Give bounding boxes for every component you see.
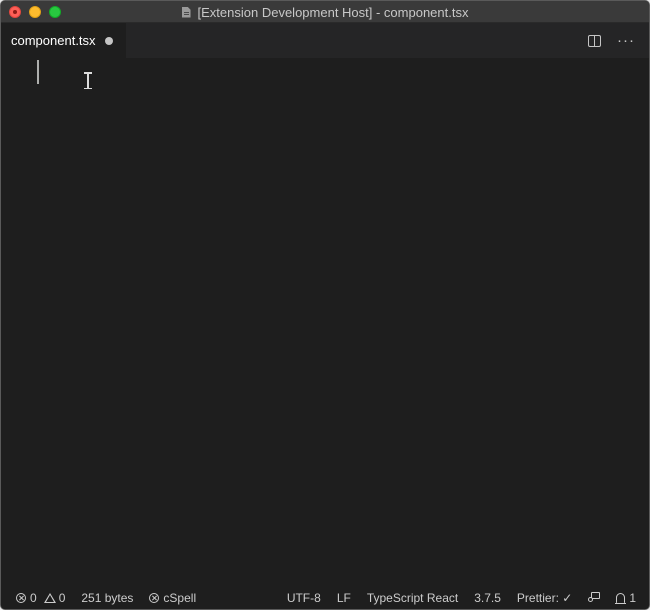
cspell-icon <box>149 592 160 603</box>
file-size-label: 251 bytes <box>81 590 134 605</box>
status-bar: 0 0 251 bytes cSpell UTF-8 LF TypeScript… <box>1 586 649 609</box>
text-cursor <box>37 60 39 84</box>
notifications-button[interactable]: 1 <box>615 590 636 605</box>
typescript-version[interactable]: 3.7.5 <box>474 591 501 605</box>
feedback-icon <box>588 592 601 603</box>
notification-count: 1 <box>629 590 636 605</box>
feedback-button[interactable] <box>588 592 601 603</box>
file-icon <box>181 6 191 18</box>
line-ending-selector[interactable]: LF <box>337 591 351 605</box>
window-title-group: [Extension Development Host] - component… <box>1 1 649 23</box>
encoding-selector[interactable]: UTF-8 <box>287 591 321 605</box>
error-count: 0 <box>30 590 37 605</box>
title-bar[interactable]: [Extension Development Host] - component… <box>1 1 649 23</box>
file-size[interactable]: 251 bytes <box>81 591 133 605</box>
language-mode-selector[interactable]: TypeScript React <box>367 591 458 605</box>
problems-indicator[interactable]: 0 0 <box>16 591 65 605</box>
unsaved-dot-icon[interactable] <box>104 36 113 45</box>
ibeam-pointer-icon <box>84 72 92 89</box>
cspell-status[interactable]: cSpell <box>149 591 196 605</box>
tab-label: component.tsx <box>11 33 96 48</box>
vscode-window: [Extension Development Host] - component… <box>0 0 650 610</box>
tab-bar: component.tsx ··· <box>1 23 649 58</box>
bell-icon <box>615 592 627 604</box>
prettier-status[interactable]: Prettier: ✓ <box>517 591 572 605</box>
warning-count: 0 <box>58 590 66 605</box>
error-icon <box>16 592 26 603</box>
tab-component-tsx[interactable]: component.tsx <box>1 23 126 58</box>
window-title: [Extension Development Host] - component… <box>197 4 469 20</box>
more-actions-icon[interactable]: ··· <box>617 33 635 48</box>
cspell-label: cSpell <box>163 590 197 605</box>
editor-area[interactable] <box>1 58 649 588</box>
editor-actions: ··· <box>588 23 635 58</box>
warning-icon <box>43 592 56 603</box>
split-editor-icon[interactable] <box>588 34 601 47</box>
